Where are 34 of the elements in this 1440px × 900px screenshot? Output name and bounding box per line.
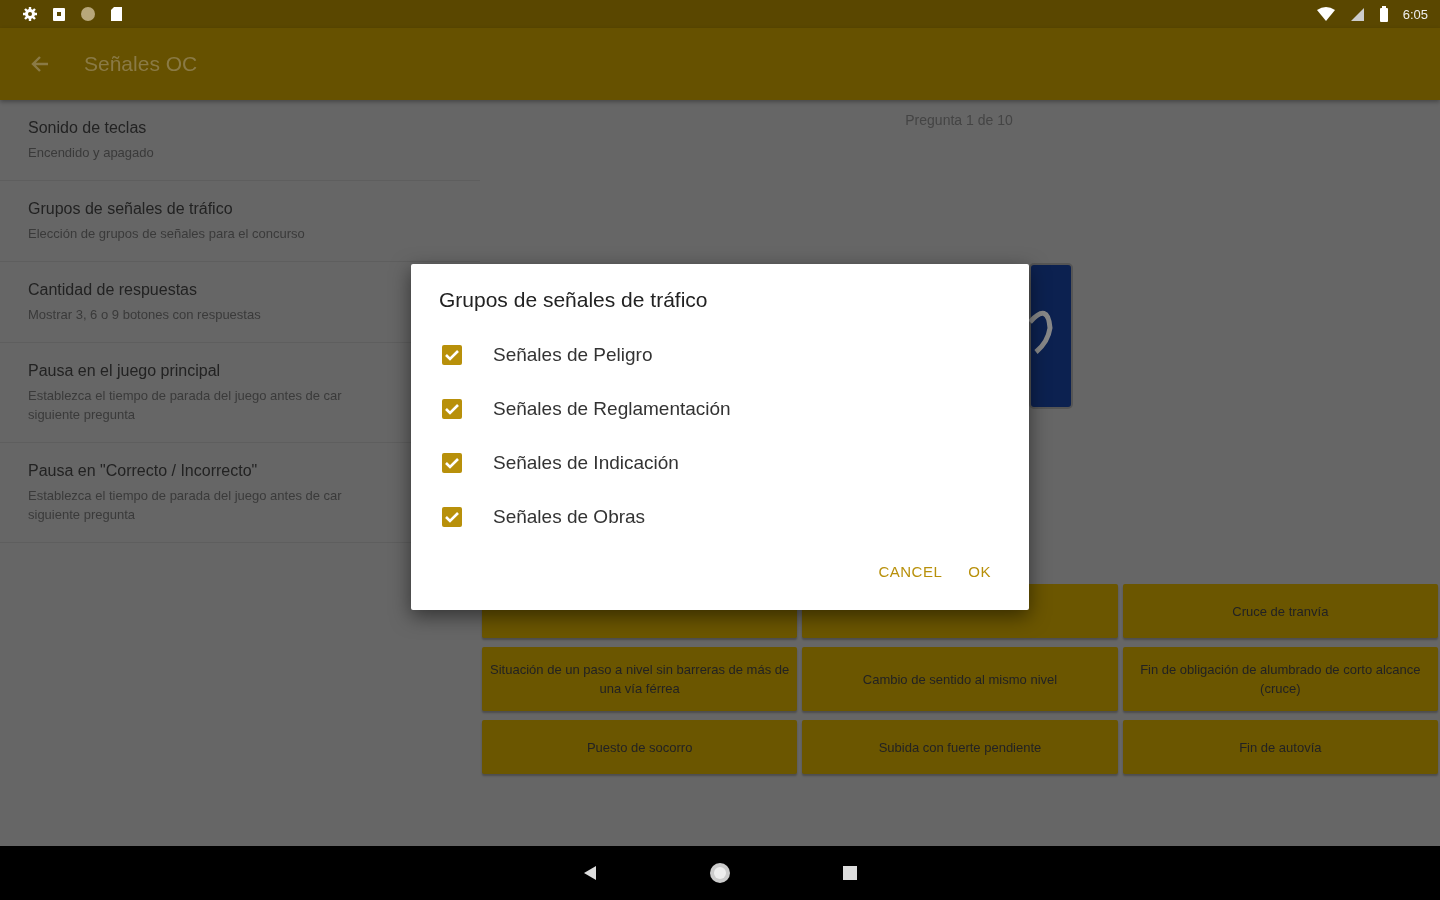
back-button[interactable] bbox=[583, 865, 597, 881]
answer-button[interactable]: Fin de autovía bbox=[1122, 720, 1438, 774]
checkbox[interactable] bbox=[441, 344, 463, 366]
option-label[interactable]: Señales de Peligro bbox=[493, 344, 653, 366]
preference-title[interactable]: Pausa en "Correcto / Incorrecto" bbox=[28, 462, 258, 480]
preference-title[interactable]: Grupos de señales de tráfico bbox=[28, 200, 233, 218]
dialog-title: Grupos de señales de tráfico bbox=[439, 288, 709, 312]
ok-button[interactable]: OK bbox=[958, 553, 1001, 590]
answer-button[interactable]: Puesto de socorro bbox=[482, 720, 798, 774]
square-icon bbox=[52, 6, 66, 22]
circle-icon bbox=[80, 6, 96, 22]
checkbox[interactable] bbox=[441, 398, 463, 420]
battery-icon bbox=[1378, 6, 1389, 22]
option-label[interactable]: Señales de Obras bbox=[493, 506, 646, 528]
preference-title[interactable]: Pausa en el juego principal bbox=[28, 362, 221, 380]
option-label[interactable]: Señales de Reglamentación bbox=[493, 398, 731, 420]
cancel-button[interactable]: CANCEL bbox=[868, 553, 953, 590]
answer-button[interactable]: Fin de obligación de alumbrado de corto alcance (cruce) bbox=[1122, 647, 1438, 711]
option-label[interactable]: Señales de Indicación bbox=[493, 452, 679, 474]
checkbox[interactable] bbox=[441, 452, 463, 474]
sd-card-icon bbox=[110, 6, 123, 22]
wifi-icon bbox=[1315, 6, 1336, 22]
preference-title[interactable]: Sonido de teclas bbox=[28, 119, 147, 137]
answer-button[interactable]: Cruce de tranvía bbox=[1122, 584, 1438, 638]
app-title: Señales OC bbox=[84, 52, 198, 76]
preference-title[interactable]: Cantidad de respuestas bbox=[28, 281, 197, 299]
home-button[interactable] bbox=[709, 862, 731, 884]
checkbox[interactable] bbox=[441, 506, 463, 528]
answer-button[interactable]: Cambio de sentido al mismo nivel bbox=[802, 647, 1118, 711]
clock: 6:05 bbox=[1402, 6, 1428, 22]
settings-icon bbox=[22, 6, 38, 22]
signal-icon bbox=[1349, 6, 1365, 22]
answer-button[interactable]: Subida con fuerte pendiente bbox=[802, 720, 1118, 774]
answer-button[interactable]: Situación de un paso a nivel sin barreras de más de una vía férrea bbox=[482, 647, 798, 711]
